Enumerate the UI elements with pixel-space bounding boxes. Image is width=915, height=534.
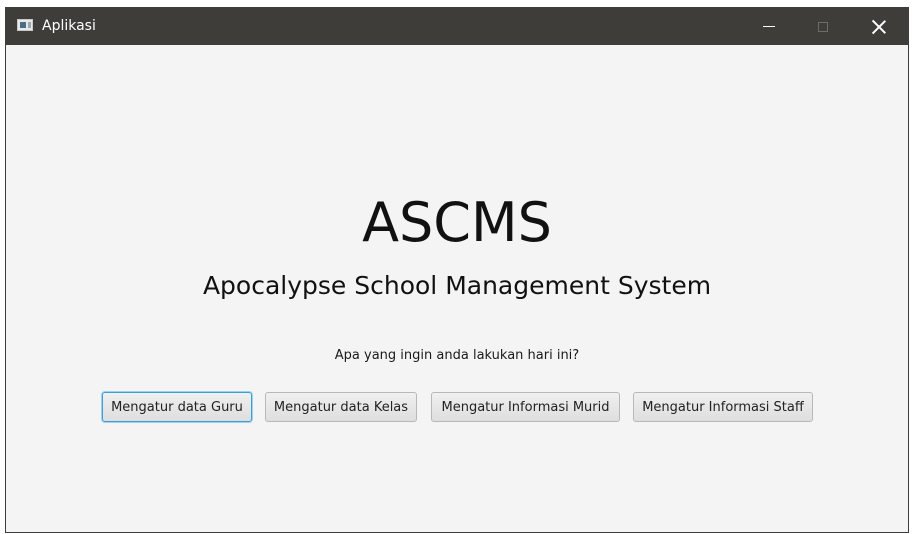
- minimize-icon: [763, 26, 775, 27]
- manage-teacher-data-button[interactable]: Mengatur data Guru: [102, 392, 252, 422]
- minimize-button[interactable]: [746, 8, 792, 45]
- window-title: Aplikasi: [42, 18, 96, 34]
- maximize-icon: [818, 21, 828, 32]
- main-panel: ASCMS Apocalypse School Management Syste…: [6, 45, 908, 532]
- title-bar[interactable]: Aplikasi: [6, 8, 908, 45]
- prompt-text: Apa yang ingin anda lakukan hari ini?: [334, 348, 580, 363]
- manage-class-data-button[interactable]: Mengatur data Kelas: [265, 392, 417, 422]
- manage-student-info-button[interactable]: Mengatur Informasi Murid: [431, 392, 620, 422]
- close-button[interactable]: [856, 8, 902, 45]
- close-icon: [872, 20, 886, 34]
- app-subtitle: Apocalypse School Management System: [202, 271, 712, 300]
- app-window: Aplikasi ASCMS Apocalypse School Managem…: [5, 7, 909, 533]
- app-title: ASCMS: [362, 191, 552, 254]
- manage-staff-info-button[interactable]: Mengatur Informasi Staff: [633, 392, 813, 422]
- app-window-icon: [17, 19, 33, 31]
- maximize-button: [800, 8, 846, 45]
